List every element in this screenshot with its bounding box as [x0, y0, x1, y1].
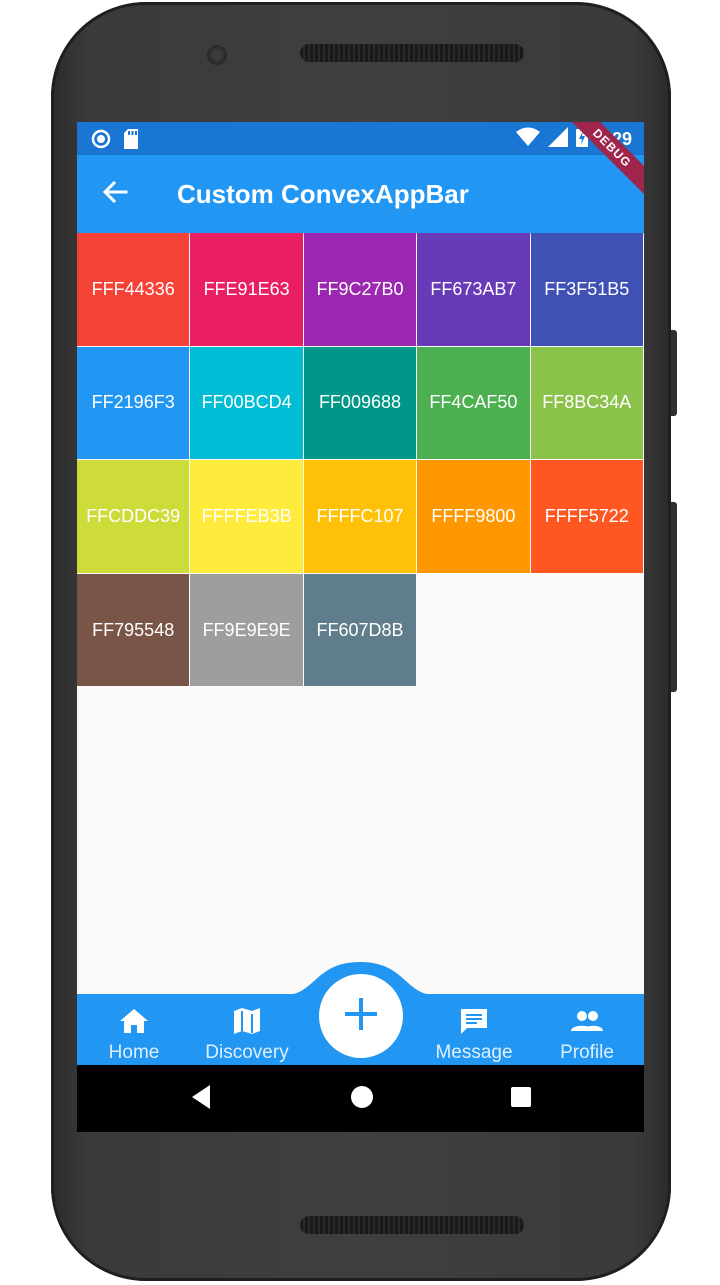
color-tile[interactable]: FF3F51B5 — [530, 233, 643, 346]
screen: 9:29 Custom ConvexAppBar DEBUG FFF44336F… — [77, 122, 644, 1132]
color-tile-label: FFFFEB3B — [201, 505, 292, 526]
app-bar: Custom ConvexAppBar — [77, 155, 644, 233]
tab-discovery[interactable]: Discovery — [192, 1007, 302, 1064]
tab-label: Home — [108, 1042, 160, 1063]
back-button[interactable] — [95, 177, 135, 211]
color-tile-label: FF8BC34A — [542, 392, 632, 413]
add-icon — [341, 994, 381, 1039]
color-tile[interactable]: FF9E9E9E — [190, 573, 303, 687]
tab-profile[interactable]: Profile — [532, 1007, 642, 1064]
tab-label: Message — [435, 1042, 513, 1063]
color-tile-label: FF009688 — [318, 392, 401, 413]
color-tile[interactable]: FF795548 — [77, 573, 190, 687]
color-tile-label: FF00BCD4 — [201, 392, 292, 413]
radio-button-icon — [91, 129, 111, 154]
color-tile[interactable]: FFCDDC39 — [77, 460, 190, 573]
color-tile-label: FF9E9E9E — [202, 619, 291, 640]
color-tile[interactable]: FF607D8B — [303, 573, 417, 687]
color-tile[interactable]: FFFFEB3B — [190, 460, 303, 573]
status-bar: 9:29 — [77, 122, 644, 155]
system-navigation-bar — [77, 1065, 644, 1132]
color-tile[interactable]: FFFF9800 — [417, 460, 530, 573]
color-tile-label: FF3F51B5 — [544, 278, 630, 299]
arrow-back-icon — [102, 180, 128, 209]
color-tile[interactable]: FF00BCD4 — [190, 346, 303, 460]
color-tile[interactable]: FF9C27B0 — [303, 233, 417, 346]
color-tile[interactable]: FFF44336 — [77, 233, 190, 346]
home-circle-icon[interactable] — [349, 1083, 375, 1116]
color-grid: FFF44336 FFE91E63 FF9C27B0 FF673AB7 FF3F51B5… — [77, 233, 644, 687]
tab-label: Profile — [560, 1042, 614, 1063]
color-tile[interactable]: FF2196F3 — [77, 346, 190, 460]
tab-home[interactable]: Home — [79, 1007, 189, 1064]
color-tile-label: FF795548 — [92, 619, 175, 640]
color-tile-label: FF673AB7 — [430, 278, 517, 299]
signal-icon — [547, 127, 568, 152]
color-tile-label: FFF44336 — [91, 278, 175, 299]
color-tile[interactable]: FF009688 — [303, 346, 417, 460]
wifi-icon — [515, 127, 540, 152]
color-tile-label: FF9C27B0 — [316, 278, 404, 299]
color-tile-label: FFFFC107 — [316, 505, 404, 526]
sd-card-icon — [123, 129, 139, 154]
map-icon — [232, 1007, 262, 1040]
color-tile-label: FF2196F3 — [91, 392, 175, 413]
home-icon — [119, 1007, 149, 1040]
color-tile[interactable]: FFFF5722 — [530, 460, 643, 573]
back-triangle-icon[interactable] — [190, 1083, 212, 1116]
color-tile-label: FFFF5722 — [544, 505, 629, 526]
color-tile-label: FF607D8B — [316, 619, 404, 640]
color-tile[interactable]: FF673AB7 — [417, 233, 530, 346]
color-tile-label: FF4CAF50 — [429, 392, 518, 413]
bottom-speaker — [300, 1216, 524, 1234]
add-button[interactable] — [319, 974, 403, 1058]
page-title: Custom ConvexAppBar — [177, 179, 469, 209]
color-tile[interactable]: FFFFC107 — [303, 460, 417, 573]
volume-button — [671, 502, 677, 692]
power-button — [671, 330, 677, 416]
color-tile[interactable]: FF8BC34A — [530, 346, 643, 460]
recents-square-icon[interactable] — [510, 1083, 532, 1116]
color-tile-label: FFFF9800 — [431, 505, 516, 526]
color-tile-label: FFE91E63 — [203, 278, 290, 299]
top-speaker — [300, 44, 524, 62]
people-icon — [570, 1007, 604, 1040]
color-tile[interactable]: FF4CAF50 — [417, 346, 530, 460]
tab-message[interactable]: Message — [419, 1007, 529, 1064]
color-tile[interactable]: FFE91E63 — [190, 233, 303, 346]
color-tile-label: FFCDDC39 — [86, 505, 181, 526]
front-camera — [207, 45, 227, 65]
tab-label: Discovery — [205, 1042, 289, 1063]
message-icon — [459, 1007, 489, 1040]
